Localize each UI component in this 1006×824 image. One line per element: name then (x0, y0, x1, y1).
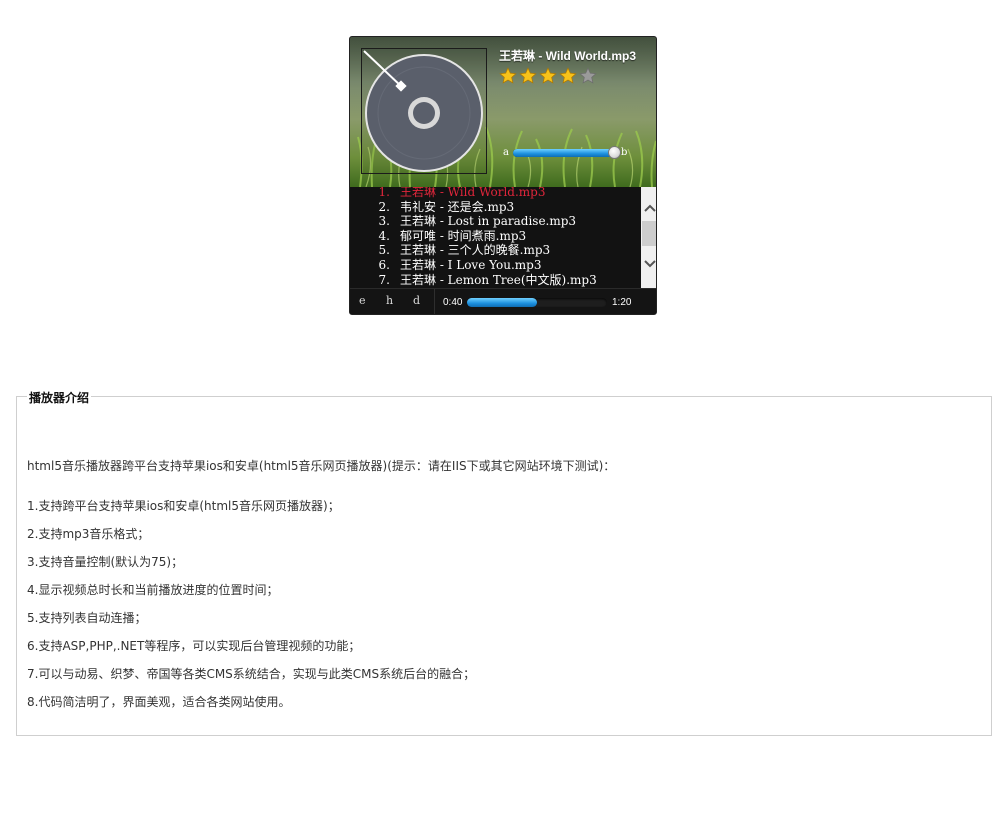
intro-item: 2.支持mp3音乐格式； (27, 527, 150, 541)
intro-fieldset: 播放器介绍 html5音乐播放器跨平台支持苹果ios和安卓(html5音乐网页播… (16, 389, 992, 736)
playlist-item[interactable]: 6. 王若琳 - I Love You.mp3 (360, 258, 597, 273)
total-time: 1:20 (612, 297, 632, 308)
star-empty-icon[interactable] (579, 67, 597, 85)
volume-down-icon[interactable]: a (503, 147, 509, 158)
track-title: 王若琳 - I Love You.mp3 (400, 257, 542, 272)
progress-bar[interactable] (467, 298, 607, 307)
playlist-item[interactable]: 3. 王若琳 - Lost in paradise.mp3 (360, 214, 597, 229)
star-filled-icon[interactable] (499, 67, 517, 85)
track-number: 1. (378, 187, 390, 199)
playlist-item[interactable]: 5. 王若琳 - 三个人的晚餐.mp3 (360, 243, 597, 258)
star-filled-icon[interactable] (559, 67, 577, 85)
playlist-scrollbar[interactable] (641, 187, 656, 288)
playlist-items: 1. 王若琳 - Wild World.mp3 2. 韦礼安 - 还是会.mp3 3. 王… (360, 187, 597, 287)
track-number: 7. (378, 272, 390, 287)
track-title: 王若琳 - Lost in paradise.mp3 (400, 214, 577, 229)
player-header: 王若琳 - Wild World.mp3 a b (350, 37, 656, 187)
music-player: 王若琳 - Wild World.mp3 a b 1. 王若琳 - Wild Wo… (349, 36, 657, 315)
intro-item: 6.支持ASP,PHP,.NET等程序，可以实现后台管理视频的功能； (27, 639, 361, 653)
intro-item: 3.支持音量控制(默认为75)； (27, 555, 184, 569)
track-number: 6. (378, 257, 390, 272)
playlist-item[interactable]: 7. 王若琳 - Lemon Tree(中文版).mp3 (360, 273, 597, 288)
play-pause-button[interactable]: h (386, 294, 393, 307)
track-number: 3. (378, 214, 390, 229)
volume-handle[interactable] (607, 146, 621, 159)
rating-stars[interactable] (499, 67, 597, 85)
intro-item: 4.显示视频总时长和当前播放进度的位置时间； (27, 583, 279, 597)
volume-slider[interactable] (513, 146, 621, 159)
intro-lead: html5音乐播放器跨平台支持苹果ios和安卓(html5音乐网页播放器)(提示… (27, 459, 616, 473)
track-title: 韦礼安 - 还是会.mp3 (400, 199, 515, 214)
track-number: 5. (378, 243, 390, 258)
scroll-thumb[interactable] (642, 221, 656, 246)
star-filled-icon[interactable] (539, 67, 557, 85)
volume-fill (513, 149, 614, 157)
prev-button[interactable]: e (359, 294, 366, 307)
track-title: 王若琳 - Wild World.mp3 (400, 187, 546, 199)
playlist-item[interactable]: 1. 王若琳 - Wild World.mp3 (360, 187, 597, 200)
track-title: 王若琳 - Lemon Tree(中文版).mp3 (400, 272, 597, 287)
chevron-up-icon[interactable] (641, 199, 656, 216)
track-title: 郁可唯 - 时间煮雨.mp3 (400, 228, 527, 243)
progress-fill (467, 298, 537, 307)
volume-up-icon[interactable]: b (621, 147, 627, 158)
intro-item: 5.支持列表自动连播； (27, 611, 147, 625)
track-number: 4. (378, 228, 390, 243)
next-button[interactable]: d (413, 294, 420, 307)
song-title: 王若琳 - Wild World.mp3 (499, 49, 636, 63)
album-cover (361, 48, 487, 174)
playlist-item[interactable]: 2. 韦礼安 - 还是会.mp3 (360, 200, 597, 215)
playlist-item[interactable]: 4. 郁可唯 - 时间煮雨.mp3 (360, 229, 597, 244)
player-controls: e h d 0:40 1:20 (350, 288, 656, 314)
star-filled-icon[interactable] (519, 67, 537, 85)
track-title: 王若琳 - 三个人的晚餐.mp3 (400, 243, 551, 258)
intro-item: 7.可以与动易、织梦、帝国等各类CMS系统结合，实现与此类CMS系统后台的融合； (27, 667, 476, 681)
intro-item: 1.支持跨平台支持苹果ios和安卓(html5音乐网页播放器)； (27, 499, 340, 513)
vinyl-disc-icon (363, 50, 483, 172)
intro-item: 8.代码简洁明了，界面美观，适合各类网站使用。 (27, 695, 291, 709)
playlist: 1. 王若琳 - Wild World.mp3 2. 韦礼安 - 还是会.mp3 3. 王… (350, 187, 656, 288)
track-number: 2. (378, 199, 390, 214)
intro-legend: 播放器介绍 (27, 389, 92, 406)
current-time: 0:40 (443, 297, 463, 308)
chevron-down-icon[interactable] (641, 255, 656, 272)
controls-divider (434, 289, 435, 314)
